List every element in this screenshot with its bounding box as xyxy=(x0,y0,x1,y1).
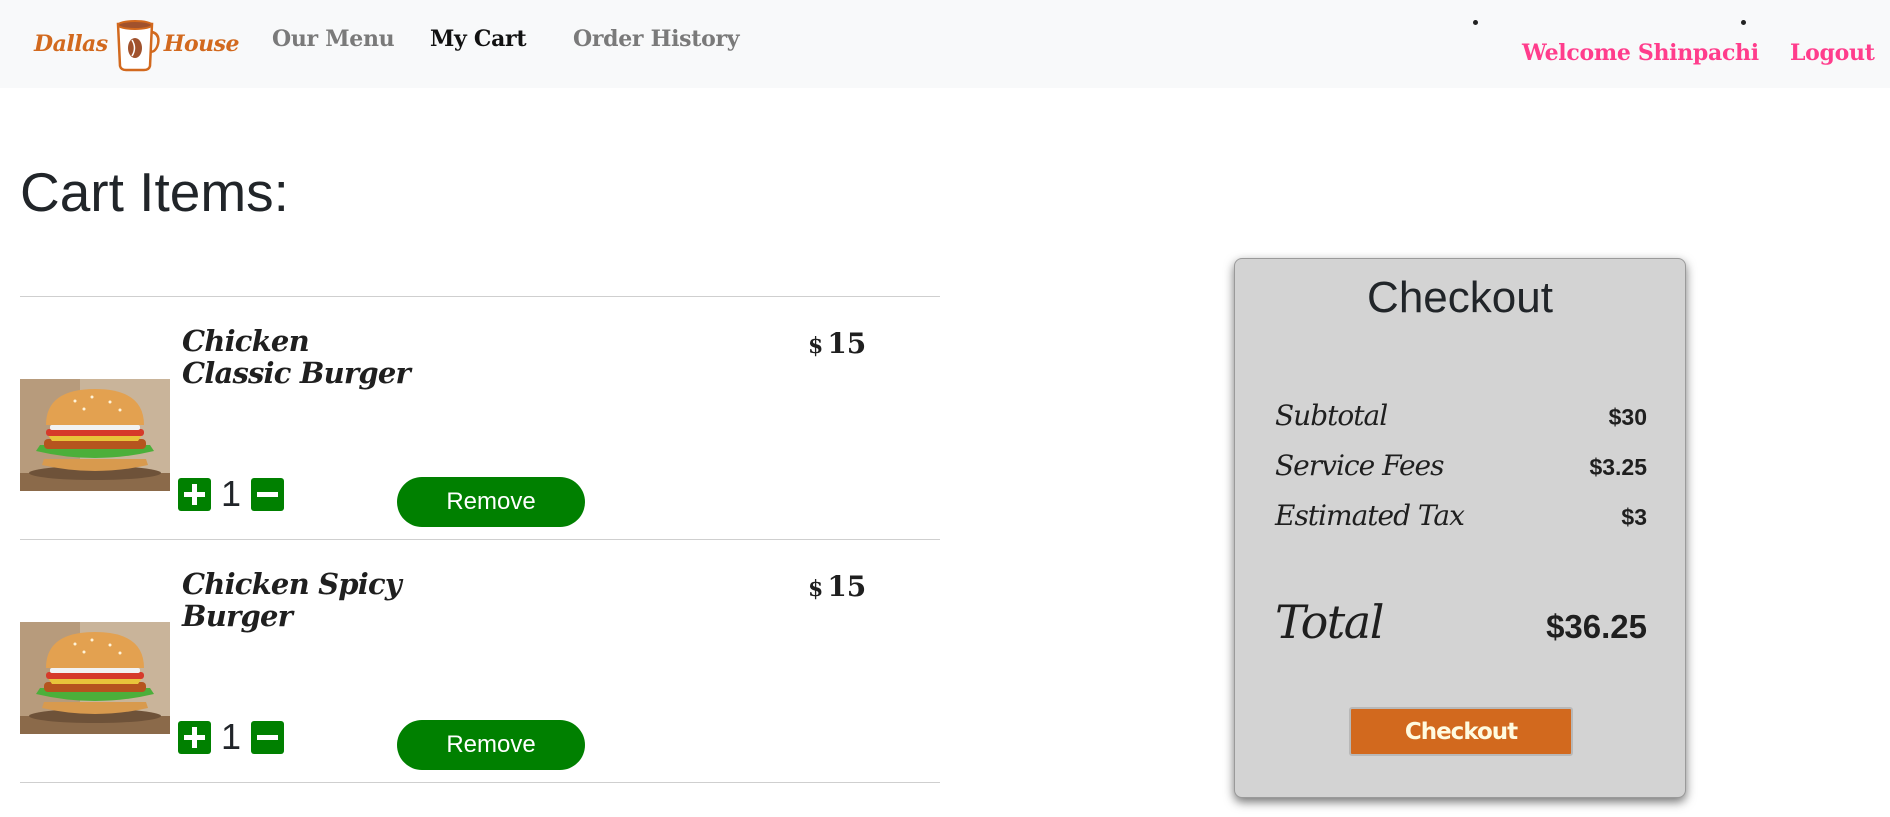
quantity-stepper: 1 xyxy=(178,716,284,758)
quantity-stepper: 1 xyxy=(178,473,284,515)
item-price-value: 15 xyxy=(827,327,867,360)
burger-image xyxy=(20,622,170,734)
logout-link[interactable]: Logout xyxy=(1790,40,1875,66)
minus-icon xyxy=(257,734,278,740)
quantity-value: 1 xyxy=(220,473,242,514)
cart-item: Chicken Classic Burger $15 1 Remove xyxy=(20,296,940,539)
increase-quantity-button[interactable] xyxy=(178,720,211,754)
quantity-value: 1 xyxy=(220,716,242,757)
plus-icon-stroke xyxy=(192,483,197,505)
item-price: $15 xyxy=(808,327,866,360)
decrease-quantity-button[interactable] xyxy=(251,720,284,754)
estimated-tax-value: $3 xyxy=(1621,504,1647,530)
estimated-tax-label: Estimated Tax xyxy=(1275,499,1465,532)
nav-bullet-dot xyxy=(1473,20,1478,25)
subtotal-label: Subtotal xyxy=(1275,399,1388,432)
item-name: Chicken Spicy Burger xyxy=(182,567,402,633)
total-value: $36.25 xyxy=(1546,608,1647,645)
checkout-panel: Checkout Subtotal $30 Service Fees $3.25… xyxy=(1234,258,1686,798)
nav-link-my-cart[interactable]: My Cart xyxy=(430,26,527,52)
item-price-value: 15 xyxy=(827,570,867,603)
welcome-text: Welcome Shinpachi xyxy=(1522,40,1759,66)
burger-image xyxy=(20,379,170,491)
coffee-cup-icon xyxy=(116,20,160,72)
item-price: $15 xyxy=(808,570,866,603)
item-name: Chicken Classic Burger xyxy=(182,324,411,390)
remove-button[interactable]: Remove xyxy=(397,720,585,770)
nav-bullet-dot xyxy=(1741,20,1746,25)
brand-text-right: House xyxy=(163,31,240,57)
minus-icon xyxy=(257,491,278,497)
page-title: Cart Items: xyxy=(20,161,289,223)
navbar: Dallas House Our Menu My Cart Order Hist… xyxy=(0,0,1890,88)
remove-button[interactable]: Remove xyxy=(397,477,585,527)
service-fees-row: Service Fees $3.25 xyxy=(1275,449,1647,482)
cart-item: Chicken Spicy Burger $15 1 Remove xyxy=(20,539,940,783)
increase-quantity-button[interactable] xyxy=(178,477,211,511)
plus-icon-stroke xyxy=(192,726,197,748)
nav-link-order-history[interactable]: Order History xyxy=(573,26,740,52)
cart-list: Chicken Classic Burger $15 1 Remove Chic… xyxy=(20,296,940,783)
decrease-quantity-button[interactable] xyxy=(251,477,284,511)
currency-symbol: $ xyxy=(808,576,824,602)
subtotal-value: $30 xyxy=(1608,404,1647,430)
brand-logo[interactable]: Dallas House xyxy=(34,16,240,72)
service-fees-label: Service Fees xyxy=(1275,449,1444,482)
checkout-title: Checkout xyxy=(1367,273,1553,322)
checkout-button[interactable]: Checkout xyxy=(1349,707,1573,756)
service-fees-value: $3.25 xyxy=(1589,454,1647,480)
total-label: Total xyxy=(1275,595,1384,649)
estimated-tax-row: Estimated Tax $3 xyxy=(1275,499,1647,532)
subtotal-row: Subtotal $30 xyxy=(1275,399,1647,432)
nav-link-our-menu[interactable]: Our Menu xyxy=(272,26,395,52)
currency-symbol: $ xyxy=(808,333,824,359)
total-row: Total $36.25 xyxy=(1275,595,1647,649)
brand-text-left: Dallas xyxy=(34,31,108,57)
